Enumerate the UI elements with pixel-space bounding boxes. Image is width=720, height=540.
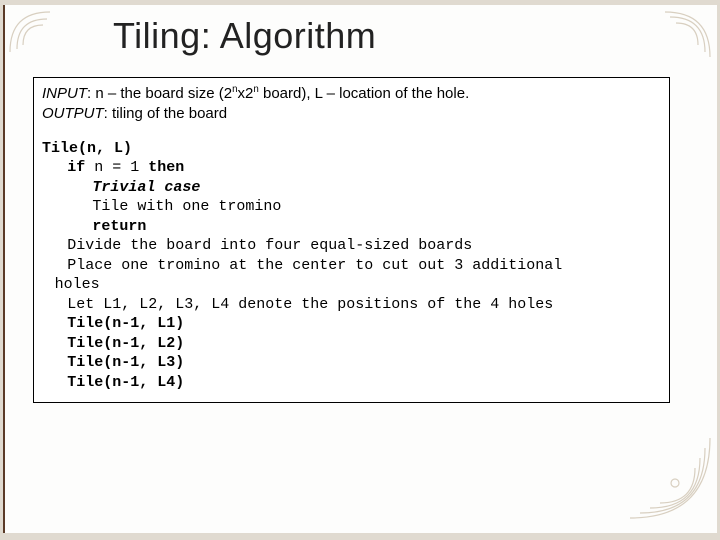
io-spec: INPUT: n – the board size (2nx2n board),… [42,84,661,125]
slide-title: Tiling: Algorithm [113,15,376,57]
pseudocode: Tile(n, L) if n = 1 then Trivial case Ti… [42,139,661,393]
code-l4: Tile with one tromino [42,197,281,217]
code-l6: Divide the board into four equal-sized b… [42,236,472,256]
code-l7b: holes [42,275,100,295]
code-l9: Tile(n-1, L1) [42,314,184,334]
input-text-2: x2 [238,85,254,102]
code-l11: Tile(n-1, L3) [42,353,184,373]
left-accent-bar [3,5,5,533]
code-l2a: if [67,159,85,176]
slide: Tiling: Algorithm INPUT: n – the board s… [3,5,717,533]
input-label: INPUT [42,85,87,102]
input-text-3: board), L – location of the hole. [259,85,469,102]
code-l5: return [42,217,146,237]
ornament-bottom-right [625,433,715,523]
code-l8: Let L1, L2, L3, L4 denote the positions … [42,295,553,315]
code-l2c: then [148,159,184,176]
output-label: OUTPUT [42,105,104,122]
code-l7: Place one tromino at the center to cut o… [42,256,562,276]
input-text-1: : n – the board size (2 [87,85,232,102]
code-l1: Tile(n, L) [42,140,132,157]
ornament-top-right [660,7,715,62]
algorithm-box: INPUT: n – the board size (2nx2n board),… [33,77,670,403]
code-l12: Tile(n-1, L4) [42,373,184,393]
output-text: : tiling of the board [104,105,227,122]
ornament-top-left [5,7,55,57]
code-l3: Trivial case [42,178,200,198]
code-l10: Tile(n-1, L2) [42,334,184,354]
code-l2b: n = 1 [85,159,148,176]
